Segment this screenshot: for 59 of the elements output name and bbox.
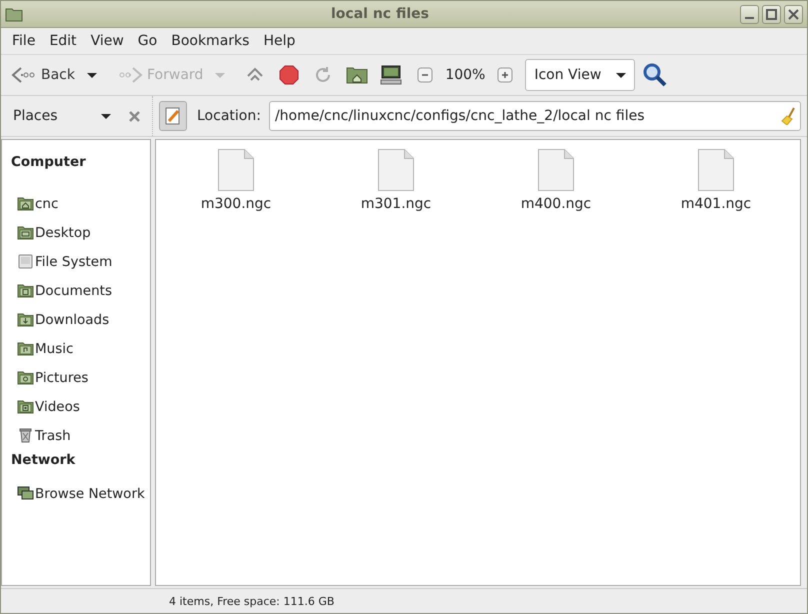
maximize-icon — [766, 8, 777, 20]
location-label: Location: — [197, 108, 261, 124]
documents-folder-icon — [17, 283, 34, 298]
window-title: local nc files — [330, 6, 430, 22]
sidebar-item[interactable]: Trash — [2, 421, 150, 450]
section-heading: Computer — [10, 153, 87, 172]
close-icon[interactable] — [129, 110, 140, 122]
file-name[interactable]: m301.ngc — [360, 196, 432, 212]
sidebar-title: Places — [13, 108, 59, 124]
sidebar-item[interactable]: Desktop — [2, 218, 150, 247]
minimize-icon — [744, 17, 755, 19]
clear-icon[interactable] — [780, 107, 796, 125]
menu-item[interactable]: Help — [256, 33, 302, 49]
file-name[interactable]: m401.ngc — [680, 196, 752, 212]
trash-icon — [17, 428, 34, 443]
caret-icon[interactable] — [87, 72, 97, 78]
caret-icon[interactable] — [101, 114, 111, 118]
location-field[interactable]: /home/cnc/linuxcnc/configs/cnc_lathe_2/local nc files — [268, 101, 801, 131]
menu-item[interactable]: Go — [130, 33, 164, 49]
arrow-icon — [117, 66, 143, 84]
section-heading: Network — [10, 451, 76, 470]
document-icon[interactable] — [697, 148, 735, 192]
back-button[interactable]: Back — [7, 64, 79, 86]
edit-location-button[interactable] — [159, 101, 187, 131]
file-name[interactable]: m400.ngc — [520, 196, 592, 212]
zoom-level: 100% — [445, 67, 486, 83]
sidebar-item[interactable]: cnc — [2, 189, 150, 218]
sidebar-item[interactable]: Downloads — [2, 305, 150, 334]
sidebar-item[interactable]: File System — [2, 247, 150, 276]
status-bar: 4 items, Free space: 111.6 GB — [1, 588, 807, 613]
close-icon — [788, 8, 799, 20]
network-icon — [17, 486, 34, 501]
document-icon[interactable] — [537, 148, 575, 192]
close-button[interactable] — [784, 4, 803, 24]
arrow-icon — [11, 66, 37, 84]
sidebar-item[interactable]: Videos — [2, 392, 150, 421]
menu-item[interactable]: Bookmarks — [164, 33, 256, 49]
sidebar-item[interactable]: Browse Network — [2, 479, 150, 508]
document-icon[interactable] — [377, 148, 415, 192]
maximize-button[interactable] — [762, 4, 781, 24]
videos-folder-icon — [17, 399, 34, 414]
sidebar-item[interactable]: Pictures — [2, 363, 150, 392]
menu-item[interactable]: File — [5, 33, 42, 49]
folder-icon — [5, 6, 23, 22]
file-name[interactable]: m300.ngc — [200, 196, 272, 212]
downloads-folder-icon — [17, 312, 34, 327]
view-dropdown[interactable]: Icon View — [525, 59, 636, 91]
sidebar-item[interactable]: Music — [2, 334, 150, 363]
document-icon[interactable] — [217, 148, 255, 192]
home-folder-icon — [17, 196, 34, 211]
sidebar-item[interactable]: Documents — [2, 276, 150, 305]
pictures-folder-icon — [17, 370, 34, 385]
music-folder-icon — [17, 341, 34, 356]
desktop-folder-icon — [17, 225, 34, 240]
pencil-icon — [165, 107, 181, 125]
menu-item[interactable]: View — [84, 33, 131, 49]
menu-item[interactable]: Edit — [42, 33, 84, 49]
drive-icon — [17, 254, 34, 269]
minimize-button[interactable] — [740, 4, 759, 24]
